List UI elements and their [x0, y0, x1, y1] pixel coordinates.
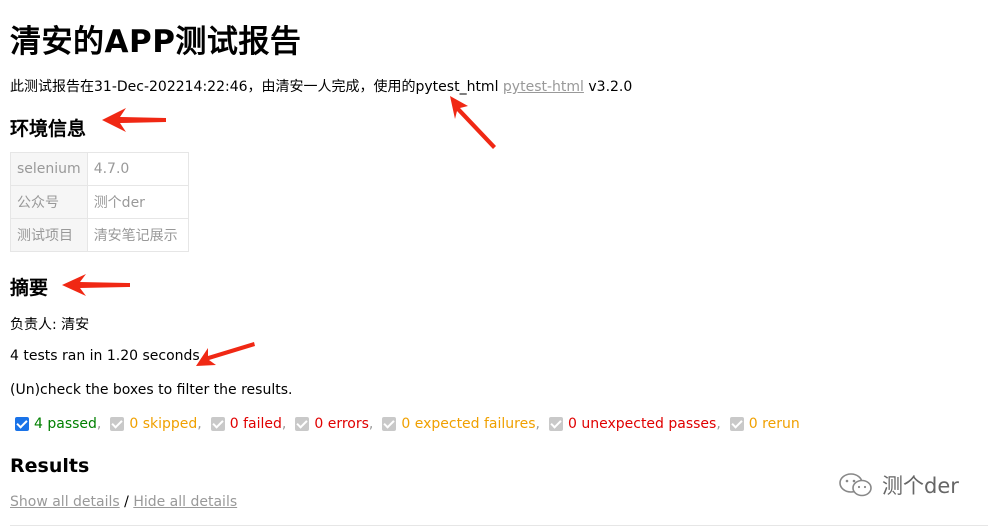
filter-unexpected-passes[interactable]: 0 unexpected passes, [548, 416, 721, 432]
pytest-html-link[interactable]: pytest-html [503, 79, 584, 95]
filter-failed[interactable]: 0 failed, [210, 416, 286, 432]
details-links: Show all details / Hide all details [10, 494, 237, 510]
env-key: 测试项目 [10, 218, 88, 252]
filter-label: 0 errors [314, 416, 369, 432]
results-table-top [10, 525, 988, 531]
intro-text: 此测试报告在31-Dec-202214:22:46，由清安一人完成，使用的pyt… [10, 79, 503, 95]
watermark-text: 测个der [882, 474, 959, 498]
wechat-icon [839, 473, 872, 497]
filter-label: 0 failed [229, 416, 282, 432]
env-value: 4.7.0 [86, 152, 189, 186]
environment-heading: 环境信息 [10, 118, 87, 140]
summary-owner: 负责人: 清安 [10, 317, 90, 333]
checkbox-passed[interactable] [15, 417, 29, 431]
env-value: 清安笔记展示 [86, 218, 189, 252]
filter-skipped[interactable]: 0 skipped, [110, 416, 202, 432]
links-separator: / [119, 494, 134, 510]
watermark: 测个der [838, 470, 959, 500]
report-intro: 此测试报告在31-Dec-202214:22:46，由清安一人完成，使用的pyt… [10, 76, 632, 96]
filter-expected-failures[interactable]: 0 expected failures, [382, 416, 540, 432]
checkbox-rerun[interactable] [729, 417, 744, 431]
filter-errors[interactable]: 0 errors, [295, 416, 373, 432]
checkbox-errors[interactable] [295, 417, 310, 431]
arrow-icon [196, 342, 255, 366]
results-heading: Results [10, 455, 90, 477]
page-title: 清安的APP测试报告 [10, 24, 302, 60]
filter-label: 4 passed [34, 416, 97, 432]
table-row: selenium 4.7.0 [10, 152, 189, 186]
hide-all-details-link[interactable]: Hide all details [133, 494, 237, 510]
table-row: 公众号 测个der [10, 185, 189, 219]
arrow-icon [102, 108, 166, 132]
env-key: 公众号 [10, 185, 88, 219]
show-all-details-link[interactable]: Show all details [10, 494, 120, 510]
summary-heading: 摘要 [10, 277, 49, 299]
filter-rerun[interactable]: 0 rerun [729, 416, 800, 432]
checkbox-expected-failures[interactable] [382, 417, 397, 431]
result-filters: 4 passed, 0 skipped, 0 failed, 0 errors,… [15, 416, 809, 432]
env-value: 测个der [86, 185, 189, 219]
filter-label: 0 rerun [748, 416, 800, 432]
filter-passed[interactable]: 4 passed, [15, 416, 101, 432]
filter-label: 0 skipped [129, 416, 198, 432]
intro-version: v3.2.0 [583, 79, 633, 95]
checkbox-unexpected-passes[interactable] [548, 417, 563, 431]
arrow-icon [62, 274, 130, 296]
checkbox-skipped[interactable] [110, 417, 125, 431]
arrow-icon [450, 96, 496, 149]
environment-table: selenium 4.7.0 公众号 测个der 测试项目 清安笔记展示 [10, 152, 189, 252]
env-key: selenium [10, 152, 88, 186]
table-row: 测试项目 清安笔记展示 [10, 218, 189, 252]
filter-label: 0 unexpected passes [567, 416, 717, 432]
summary-hint: (Un)check the boxes to filter the result… [10, 382, 293, 398]
summary-ran: 4 tests ran in 1.20 seconds. [10, 348, 205, 364]
checkbox-failed[interactable] [210, 417, 225, 431]
filter-label: 0 expected failures [401, 416, 536, 432]
